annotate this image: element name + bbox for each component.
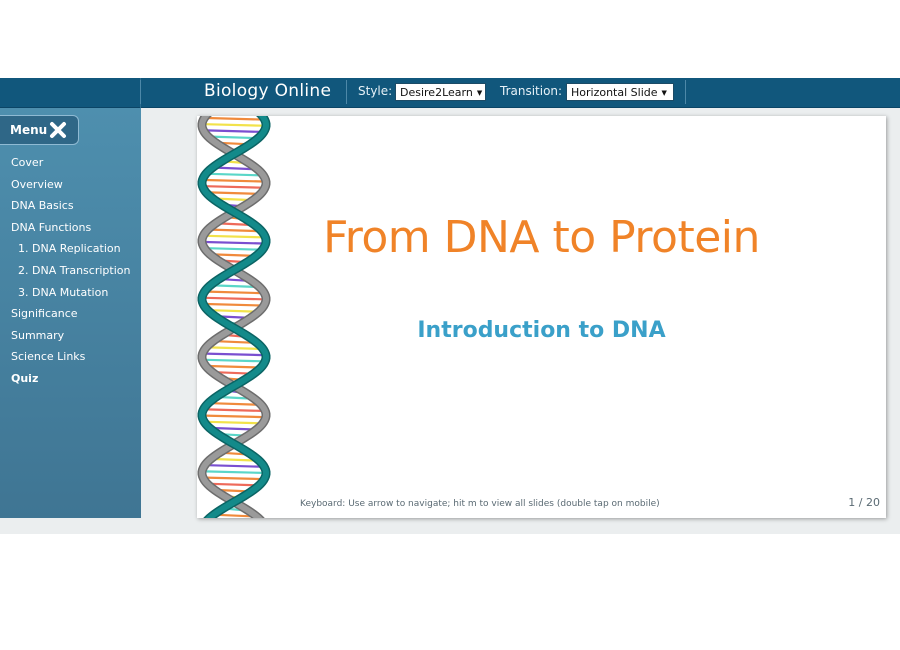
helix-rung: [215, 166, 253, 171]
helix-rung: [205, 470, 263, 474]
helix-rung: [205, 358, 263, 363]
helix-rung: [207, 116, 261, 121]
helix-rung: [208, 364, 260, 369]
divider: [685, 80, 686, 104]
helix-rung: [205, 296, 263, 301]
keyboard-hint: Keyboard: Use arrow to navigate; hit m t…: [300, 499, 660, 509]
helix-rung: [208, 172, 260, 177]
transition-select-value: Horizontal Slide: [571, 86, 658, 99]
style-select-value: Desire2Learn: [400, 86, 473, 99]
helix-rung: [205, 185, 263, 189]
helix-rung: [205, 352, 263, 357]
helix-rung: [211, 402, 257, 406]
helix-rung: [209, 191, 259, 195]
slide-title: From DNA to Protein: [197, 212, 886, 263]
top-bar-left-segment: [0, 78, 141, 108]
sidebar-item-dna-basics[interactable]: DNA Basics: [0, 195, 141, 217]
divider: [140, 80, 141, 104]
top-bar: Biology Online Style: Desire2Learn ▼ Tran…: [0, 78, 900, 108]
helix-rung: [209, 346, 259, 350]
helix-rung: [206, 129, 262, 133]
helix-rung: [216, 513, 252, 518]
helix-rung: [205, 178, 263, 183]
chevron-down-icon: ▼: [661, 89, 667, 97]
helix-rung: [213, 284, 255, 288]
helix-rung: [206, 408, 262, 412]
close-icon: [50, 122, 66, 138]
menu-toggle-button[interactable]: Menu: [0, 115, 79, 145]
style-label: Style:: [358, 84, 393, 98]
chevron-down-icon: ▼: [476, 89, 483, 97]
slide: From DNA to Protein Introduction to DNA …: [197, 116, 886, 518]
helix-rung: [207, 420, 261, 425]
helix-rung: [210, 482, 258, 487]
style-select[interactable]: Desire2Learn ▼: [395, 83, 486, 101]
sidebar-item-quiz[interactable]: Quiz: [0, 368, 141, 390]
transition-label: Transition:: [500, 84, 563, 98]
slide-title-text: From DNA to Protein: [323, 212, 760, 263]
helix-rung: [206, 302, 262, 307]
helix-rung: [205, 476, 263, 481]
slide-subtitle: Introduction to DNA: [417, 318, 666, 343]
sidebar: Menu Cover Overview DNA Basics DNA Funct…: [0, 108, 141, 518]
helix-rung: [204, 414, 264, 419]
app-title: Biology Online: [204, 81, 332, 101]
sidebar-item-summary[interactable]: Summary: [0, 325, 141, 347]
sidebar-item-dna-transcription[interactable]: 2. DNA Transcription: [0, 260, 141, 282]
sidebar-item-science-links[interactable]: Science Links: [0, 346, 141, 368]
sidebar-item-dna-mutation[interactable]: 3. DNA Mutation: [0, 282, 141, 304]
helix-rung: [212, 426, 256, 431]
sidebar-nav: Cover Overview DNA Basics DNA Functions …: [0, 152, 141, 390]
sidebar-item-cover[interactable]: Cover: [0, 152, 141, 174]
sidebar-item-dna-replication[interactable]: 1. DNA Replication: [0, 238, 141, 260]
helix-rung: [213, 457, 255, 462]
helix-rung: [207, 290, 261, 295]
divider: [346, 80, 347, 104]
menu-label: Menu: [10, 123, 48, 137]
helix-rung: [207, 464, 261, 468]
helix-rung: [211, 135, 257, 140]
helix-rung: [205, 123, 263, 127]
page-indicator: 1 / 20: [848, 496, 880, 509]
dna-helix-image: [197, 116, 271, 518]
helix-rung: [210, 309, 258, 313]
app-frame: Biology Online Style: Desire2Learn ▼ Tran…: [0, 78, 900, 534]
transition-select[interactable]: Horizontal Slide ▼: [566, 83, 674, 101]
sidebar-item-significance[interactable]: Significance: [0, 303, 141, 325]
sidebar-item-dna-functions[interactable]: DNA Functions: [0, 217, 141, 239]
sidebar-item-overview[interactable]: Overview: [0, 174, 141, 196]
